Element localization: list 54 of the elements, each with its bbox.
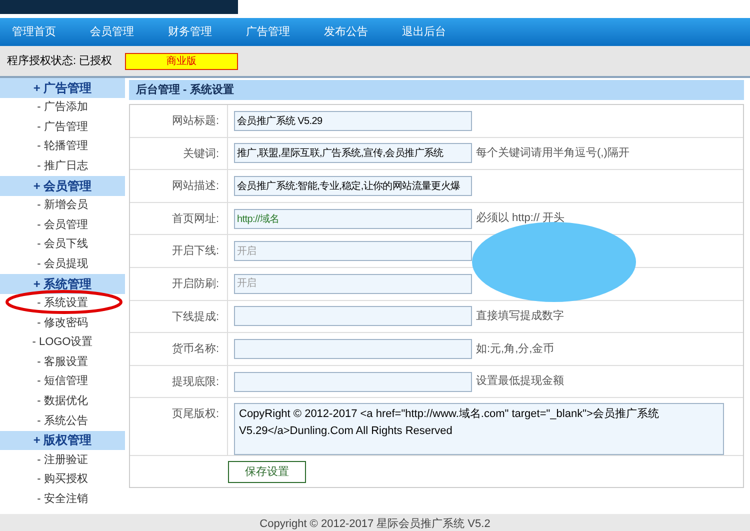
sidebar-link[interactable]: - 会员提现: [37, 256, 88, 272]
field-label: 关键词:: [182, 146, 219, 162]
sidebar-link[interactable]: - LOGO设置: [32, 334, 93, 351]
sidebar-link[interactable]: - 购买授权: [37, 471, 88, 488]
sidebar-link[interactable]: - 客服设置: [37, 354, 88, 370]
save-button[interactable]: 保存设置: [228, 460, 306, 483]
sidebar-link[interactable]: - 轮播管理: [37, 138, 88, 155]
text-input-field[interactable]: 开启: [234, 241, 472, 262]
text-input-field[interactable]: 会员推广系统 V5.29: [234, 110, 472, 131]
sidebar-link[interactable]: - 会员下线: [37, 236, 88, 253]
sidebar-group-header[interactable]: + 系统管理: [0, 274, 125, 294]
sidebar-link[interactable]: - 数据优化: [37, 393, 88, 410]
text-input-field[interactable]: http://域名: [234, 208, 472, 229]
text-input-field[interactable]: [234, 372, 472, 392]
nav-link[interactable]: 退出后台: [402, 24, 443, 40]
field-hint: 如:元,角,分,金币: [476, 342, 554, 357]
field-hint: 直接填写提成数字: [476, 308, 564, 324]
sidebar-link[interactable]: - 安全注销: [37, 491, 88, 508]
field-label: 首页网址:: [172, 212, 219, 227]
nav-link[interactable]: 管理首页: [12, 24, 53, 40]
field-hint: 设置最低提现金额: [476, 374, 564, 390]
text-input-field[interactable]: 会员推广系统:智能,专业,稳定,让你的网站流量更火爆: [234, 176, 472, 196]
sidebar-link[interactable]: - 推广日志: [37, 158, 88, 174]
sidebar-link[interactable]: - 会员管理: [37, 216, 88, 234]
text-input-field[interactable]: [234, 306, 472, 326]
license-status: 程序授权状态: 已授权: [7, 54, 112, 69]
field-label: 页尾版权:: [172, 407, 219, 422]
field-label: 网站描述:: [172, 179, 219, 194]
panel-title: 后台管理 - 系统设置: [136, 82, 234, 98]
footer-copyright: Copyright © 2012-2017 星际会员推广系统 V5.2: [260, 518, 490, 531]
field-label: 提现底限:: [172, 374, 219, 390]
sidebar-link[interactable]: - 修改密码: [37, 314, 88, 332]
sidebar-link[interactable]: - 广告管理: [37, 118, 88, 136]
sidebar-link[interactable]: - 广告添加: [37, 99, 88, 116]
text-input-field[interactable]: 推广,联盟,星际互联,广告系统,宣传,会员推广系统: [234, 143, 472, 164]
sidebar-group-header[interactable]: + 广告管理: [0, 78, 125, 98]
field-label: 开启下线:: [172, 244, 219, 260]
nav-link[interactable]: 发布公告: [324, 24, 365, 40]
sidebar-link[interactable]: - 短信管理: [37, 373, 88, 390]
sidebar-link[interactable]: - 新增会员: [37, 197, 88, 214]
edition-badge: 商业版: [125, 52, 238, 70]
field-label: 下线提成:: [172, 310, 219, 325]
sidebar-link[interactable]: - 系统公告: [37, 412, 88, 430]
field-label: 货币名称:: [172, 342, 219, 358]
field-hint: 每个关键词请用半角逗号(,)隔开: [476, 146, 630, 162]
field-label: 开启防刷:: [172, 276, 219, 292]
sidebar-group-header[interactable]: + 版权管理: [0, 430, 125, 450]
sidebar-group-header[interactable]: + 会员管理: [0, 176, 125, 196]
sidebar-link[interactable]: - 注册验证: [37, 452, 88, 468]
footer-copyright-textarea[interactable]: CopyRight © 2012-2017 <a href="http://www.域名.com" target="_blank">会员推广系统 V5.29</a>Dunling.Com All Rights Reserved: [234, 403, 724, 456]
field-label: 网站标题:: [172, 114, 219, 129]
field-hint: 必须以 http:// 开头: [476, 210, 565, 226]
text-input-field[interactable]: 开启: [234, 274, 472, 294]
text-input-field[interactable]: [234, 338, 472, 359]
